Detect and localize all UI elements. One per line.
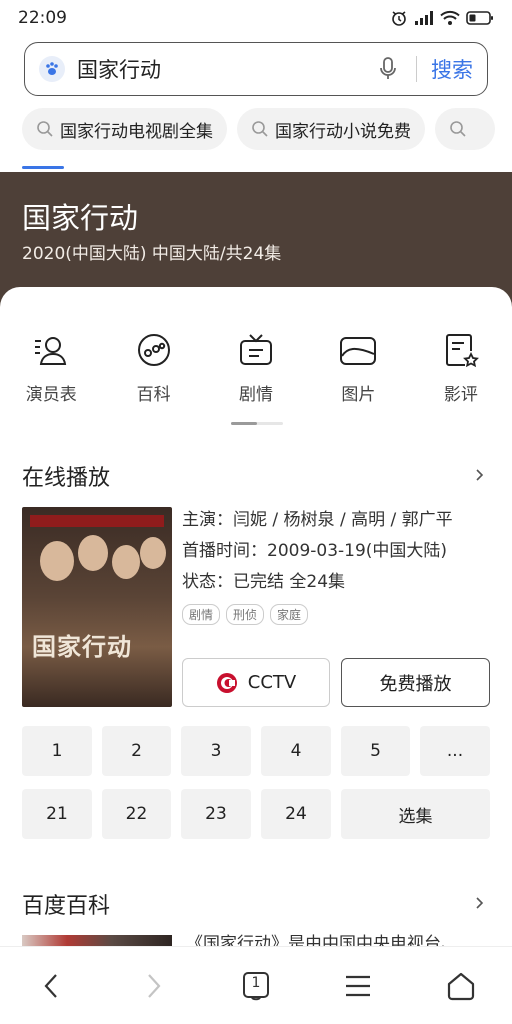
bottom-navigation: 1 [0,946,512,1024]
baike-section-title: 百度百科 [22,894,111,919]
home-button[interactable] [410,947,512,1024]
episode-button[interactable]: 21 [22,789,92,839]
premiere-text: 首播时间：2009-03-19(中国大陆) [182,541,448,561]
search-divider [416,56,417,82]
suggestion-chip[interactable]: 国家行动小说免费 [237,108,425,150]
home-icon [447,972,474,1000]
alarm-icon [392,11,406,26]
chevron-right-icon[interactable] [474,897,486,909]
search-icon [252,121,268,137]
suggestion-label: 国家行动小说免费 [275,121,411,142]
encyclopedia-icon [134,330,174,370]
episode-button[interactable]: 24 [261,789,331,839]
quick-nav-plot[interactable]: 剧情 [205,330,307,410]
show-poster[interactable]: 国家行动 [22,507,172,707]
select-episode-button[interactable]: 选集 [341,789,490,839]
suggestion-chip[interactable] [435,108,495,150]
quick-nav-encyclopedia[interactable]: 百科 [102,330,204,410]
search-bar[interactable]: 国家行动 搜索 [24,42,488,96]
source-label: CCTV [247,672,297,693]
status-icons [390,9,494,27]
wifi-icon [440,10,460,25]
genre-tag: 剧情 [182,604,221,625]
microphone-icon[interactable] [374,55,402,83]
starring-text: 主演：闫妮 / 杨树泉 / 高明 / 郭广平 [182,510,453,530]
source-cctv-button[interactable]: CCTV [182,658,330,707]
episode-button[interactable]: 3 [181,726,251,776]
search-input[interactable]: 国家行动 [77,54,374,84]
chevron-right-icon[interactable] [474,469,486,481]
suggestion-label: 国家行动电视剧全集 [60,121,213,142]
forward-button[interactable] [102,947,204,1024]
online-section-title: 在线播放 [22,466,111,491]
genre-tags: 剧情 刑侦 家庭 [182,604,492,625]
episode-button[interactable]: 22 [102,789,171,839]
suggestion-chips: 国家行动电视剧全集 国家行动小说免费 [22,108,495,150]
quick-nav-scroll-indicator [231,422,283,425]
back-arrow-icon [44,973,58,998]
active-tab-indicator [22,166,64,169]
quick-nav-label: 演员表 [25,385,77,405]
review-icon [441,330,481,370]
quick-nav-pictures[interactable]: 图片 [307,330,409,410]
search-icon [450,121,466,137]
search-icon [37,121,53,137]
suggestion-chip[interactable]: 国家行动电视剧全集 [22,108,227,150]
hero-subtitle: 2020(中国大陆) 中国大陆/共24集 [22,244,282,264]
tv-plot-icon [236,330,276,370]
tabs-icon: 1 [242,971,270,1001]
quick-nav-label: 百科 [136,385,171,405]
picture-icon [338,330,378,370]
quick-nav-label: 图片 [341,385,376,405]
quick-nav: 演员表 百科 剧情 图片 影评 [0,330,512,410]
genre-tag: 家庭 [270,604,309,625]
episode-button[interactable]: 23 [181,789,251,839]
menu-icon [346,975,371,996]
tabs-button[interactable]: 1 [205,947,307,1024]
quick-nav-cast[interactable]: 演员表 [0,330,102,410]
free-play-button[interactable]: 免费播放 [341,658,490,707]
baidu-paw-icon [39,56,65,82]
hero-title: 国家行动 [22,201,139,235]
episode-button[interactable]: 1 [22,726,92,776]
genre-tag: 刑侦 [226,604,265,625]
poster-title: 国家行动 [32,633,132,661]
cast-icon [31,330,71,370]
signal-icon [415,11,433,25]
status-time: 22:09 [18,8,67,28]
quick-nav-label: 影评 [443,385,478,405]
menu-button[interactable] [307,947,409,1024]
status-bar: 22:09 [0,0,512,36]
show-info: 主演：闫妮 / 杨树泉 / 高明 / 郭广平 首播时间：2009-03-19(中… [182,505,492,625]
tab-count: 1 [251,974,261,991]
search-button[interactable]: 搜索 [431,54,473,84]
battery-icon [466,11,493,25]
status-text: 状态：已完结 全24集 [182,572,346,592]
episode-button[interactable]: 5 [341,726,410,776]
more-episodes-button[interactable]: ... [420,726,490,776]
forward-arrow-icon [147,973,161,998]
episode-button[interactable]: 4 [261,726,331,776]
episode-button[interactable]: 2 [102,726,171,776]
back-button[interactable] [0,947,102,1024]
quick-nav-review[interactable]: 影评 [410,330,512,410]
cctv-logo-icon [216,672,237,693]
quick-nav-label: 剧情 [239,385,274,405]
baike-snippet[interactable]: 《国家行动》是由中国中央电视台、 [186,930,486,946]
